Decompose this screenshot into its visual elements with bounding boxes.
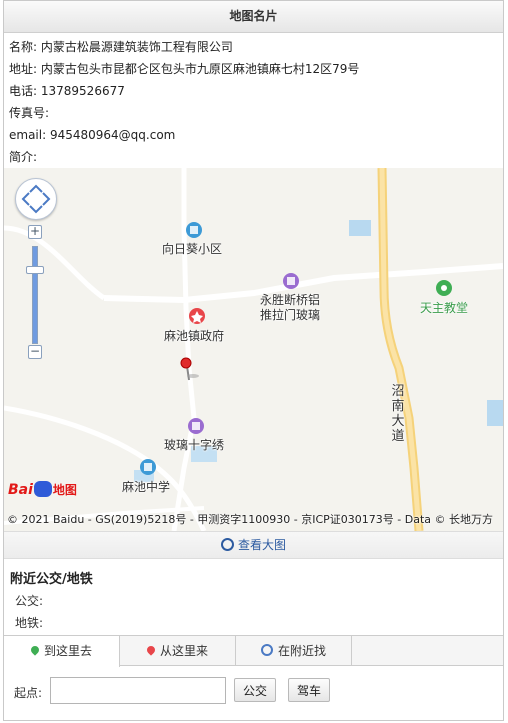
drive-button[interactable]: 驾车 — [288, 678, 330, 702]
tab-come-from[interactable]: 从这里来 — [120, 636, 236, 666]
poi-label[interactable]: 向日葵小区 — [162, 240, 222, 257]
road-label-char: 道 — [391, 429, 405, 444]
zoom-slider-track[interactable] — [32, 246, 38, 344]
water-area — [487, 400, 503, 426]
baidu-logo-label: 地图 — [52, 483, 77, 497]
company-phone: 13789526677 — [40, 84, 125, 98]
tab-search-nearby[interactable]: 在附近找 — [236, 636, 352, 666]
company-name: 内蒙古松晨源建筑装饰工程有限公司 — [40, 40, 233, 54]
poi-label[interactable]: 推拉门玻璃 — [260, 306, 320, 323]
poi-label[interactable]: 天主教堂 — [420, 299, 468, 316]
start-label: 起点: — [14, 686, 43, 700]
info-row-phone: 电话: 13789526677 — [9, 80, 503, 102]
search-icon — [260, 644, 273, 656]
bus-button[interactable]: 公交 — [234, 678, 276, 702]
company-email[interactable]: 945480964@qq.com — [50, 128, 175, 142]
start-input[interactable] — [50, 677, 226, 704]
zoom-slider-handle[interactable] — [26, 266, 44, 274]
poi-label[interactable]: 玻璃十字绣 — [164, 436, 224, 453]
tab-label: 在附近找 — [277, 644, 326, 658]
info-label: 简介: — [9, 150, 38, 164]
location-pin-icon[interactable] — [180, 357, 192, 369]
map-card: 地图名片 名称: 内蒙古松晨源建筑装饰工程有限公司 地址: 内蒙古包头市昆都仑区… — [3, 0, 504, 721]
baidu-logo-text: Bai — [8, 482, 33, 498]
info-label: 传真号: — [9, 106, 50, 120]
map-copyright: © 2021 Baidu - GS(2019)5218号 - 甲测资字11009… — [7, 513, 494, 526]
zoom-in-icon — [220, 538, 234, 551]
card-title: 地图名片 — [4, 1, 503, 33]
zoom-out-button[interactable]: − — [28, 345, 42, 359]
map-view[interactable]: + − 向日葵小区 永胜断桥铝 推拉门玻璃 天主教堂 麻池镇政府 玻璃十字绣 麻… — [4, 168, 503, 531]
info-label: email: — [9, 128, 47, 142]
red-pin-icon — [145, 644, 157, 656]
transit-title: 附近公交/地铁 — [10, 572, 93, 587]
route-tabs: 到这里去 从这里来 在附近找 — [4, 635, 503, 667]
road-label-char: 南 — [391, 399, 405, 414]
view-large-map-link[interactable]: 查看大图 — [4, 531, 503, 559]
info-row-intro: 简介: — [9, 146, 503, 168]
info-row-name: 名称: 内蒙古松晨源建筑装饰工程有限公司 — [9, 36, 503, 58]
paw-icon — [33, 481, 52, 497]
bus-label: 公交: — [15, 594, 44, 608]
tab-go-here[interactable]: 到这里去 — [4, 636, 120, 667]
poi-label[interactable]: 麻池镇政府 — [164, 327, 224, 344]
subway-label: 地铁: — [15, 616, 44, 630]
tab-label: 从这里来 — [159, 644, 208, 658]
bus-row: 公交: — [4, 590, 503, 612]
info-row-address: 地址: 内蒙古包头市昆都仑区包头市九原区麻池镇麻七村12区79号 — [9, 58, 503, 80]
pan-control[interactable] — [15, 178, 57, 220]
info-label: 地址: — [9, 62, 38, 76]
poi-label[interactable]: 麻池中学 — [122, 478, 170, 495]
info-label: 电话: — [9, 84, 38, 98]
view-large-label: 查看大图 — [237, 538, 286, 552]
road-label: 沼南大道 — [390, 384, 406, 444]
info-row-fax: 传真号: — [9, 102, 503, 124]
company-info: 名称: 内蒙古松晨源建筑装饰工程有限公司 地址: 内蒙古包头市昆都仑区包头市九原… — [4, 33, 503, 168]
green-pin-icon — [29, 644, 41, 656]
company-address: 内蒙古包头市昆都仑区包头市九原区麻池镇麻七村12区79号 — [40, 62, 360, 76]
map-canvas — [4, 168, 503, 531]
subway-row: 地铁: — [4, 612, 503, 634]
road-label-char: 沼 — [391, 384, 405, 399]
pan-arrows-icon — [21, 184, 51, 214]
route-form: 起点: 公交 驾车 — [4, 667, 503, 720]
info-label: 名称: — [9, 40, 38, 54]
baidu-logo[interactable]: Bai 地图 — [8, 481, 77, 505]
info-row-email: email: 945480964@qq.com — [9, 124, 503, 146]
water-area — [349, 220, 371, 236]
road-label-char: 大 — [391, 414, 405, 429]
nearby-transit: 附近公交/地铁 公交: 地铁: — [4, 559, 503, 634]
zoom-in-button[interactable]: + — [28, 225, 42, 239]
tab-label: 到这里去 — [43, 644, 92, 658]
